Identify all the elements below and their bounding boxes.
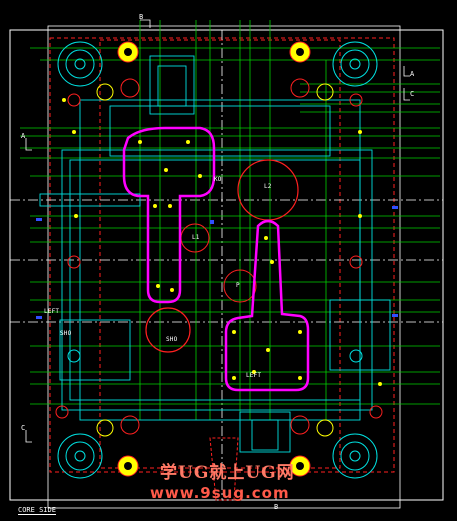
mold-drawing [9, 19, 444, 509]
view-title: CORE SIDE [18, 506, 56, 515]
drawing-frame [9, 29, 444, 501]
section-mark-b-bottom: B [274, 503, 279, 511]
label-left-1: LEFT [246, 372, 262, 379]
plate-geometry [39, 55, 391, 453]
label-l1: L1 [192, 234, 200, 241]
section-mark-a-right: A [410, 70, 415, 78]
section-mark-b-top: B [139, 13, 144, 21]
label-sho-1: SHO [166, 336, 178, 343]
label-sho-2: SHO [60, 330, 72, 337]
label-l2: L2 [264, 183, 272, 190]
section-mark-c-right: C [410, 90, 415, 98]
label-ko: KO [214, 176, 222, 183]
watermark-cn: 学UG就上UG网 [160, 463, 295, 483]
cad-viewport[interactable]: B B A A C C L2 L1 LEFT LEFT KO P SHO SHO… [0, 0, 457, 521]
label-p: P [236, 282, 240, 289]
section-mark-a-left: A [21, 132, 26, 140]
watermark-url: www.9sug.com [150, 484, 290, 502]
section-mark-c-left: C [21, 424, 26, 432]
cavity-outline [122, 126, 310, 392]
label-left-2: LEFT [44, 308, 60, 315]
green-leaders [20, 47, 440, 405]
